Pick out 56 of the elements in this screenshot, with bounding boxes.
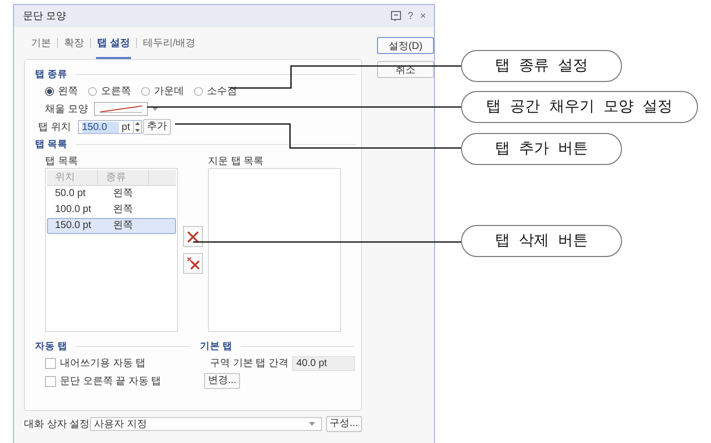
- radio-button[interactable]: [88, 86, 97, 96]
- list-row[interactable]: 100.0 pt 왼쪽: [47, 202, 176, 218]
- double-x-icon: [186, 257, 200, 270]
- radio-label: 가운데: [154, 85, 184, 98]
- position-field[interactable]: 150.0 pt: [78, 120, 142, 134]
- list-row[interactable]: 150.0 pt 왼쪽: [47, 218, 176, 234]
- checkbox-label: 내어쓰기용 자동 탭: [60, 357, 146, 370]
- callout-label: 탭 공간 채우기 모양 설정: [461, 91, 698, 123]
- list-label: 지운 탭 목록: [208, 155, 265, 168]
- radio-label: 왼쪽: [58, 85, 78, 98]
- settings-dropdown[interactable]: 사용자 지정: [90, 417, 322, 431]
- window-icon: [390, 11, 401, 21]
- tab-spacing-field: 40.0 pt: [292, 356, 355, 370]
- radio-option[interactable]: 왼쪽: [45, 84, 78, 98]
- callout-label: 탭 종류 설정: [461, 50, 622, 82]
- tab[interactable]: 테두리/배경: [142, 30, 197, 58]
- delete-button[interactable]: [183, 226, 203, 247]
- radio-button[interactable]: [141, 86, 150, 96]
- spinner-icon: [133, 121, 141, 133]
- section-heading: 탭 종류: [35, 68, 68, 80]
- add-button[interactable]: 추가: [143, 119, 171, 135]
- delete-all-button[interactable]: [183, 253, 203, 274]
- radio-label: 소수점: [207, 85, 237, 98]
- tab[interactable]: 확장: [63, 30, 85, 58]
- change-button[interactable]: 변경...: [204, 373, 240, 389]
- fill-shape-dropdown[interactable]: [94, 102, 148, 116]
- callout-label: 탭 추가 버튼: [461, 133, 622, 165]
- tab[interactable]: 기본: [30, 30, 52, 58]
- field-label: 탭 위치: [38, 121, 71, 134]
- radio-label: 오른쪽: [101, 85, 131, 98]
- section-heading: 탭 목록: [35, 138, 68, 150]
- field-label: 채울 모양: [45, 103, 88, 116]
- field-label: 구역 기본 탭 간격: [210, 357, 288, 370]
- radio-option[interactable]: 오른쪽: [88, 84, 131, 98]
- caret-icon: [308, 422, 315, 426]
- section-heading: 기본 탭: [200, 340, 233, 352]
- help-button[interactable]: ?: [408, 10, 414, 22]
- dialog-button[interactable]: 설정(D): [377, 37, 434, 54]
- radio-button[interactable]: [194, 86, 203, 96]
- checkbox-label: 문단 오른쪽 끝 자동 탭: [60, 375, 162, 388]
- radio-button[interactable]: [45, 86, 54, 96]
- checkbox[interactable]: [45, 376, 56, 386]
- checkbox[interactable]: [45, 358, 56, 368]
- caret-icon: [152, 107, 158, 111]
- radio-option[interactable]: 소수점: [194, 84, 237, 98]
- close-button[interactable]: ×: [420, 10, 426, 22]
- radio-option[interactable]: 가운데: [141, 84, 184, 98]
- window-title: 문단 모양: [23, 10, 66, 23]
- configure-button[interactable]: 구성...: [326, 416, 362, 432]
- field-label: 대화 상자 설정: [24, 418, 86, 431]
- line-shape-icon: [98, 105, 143, 113]
- callout-label: 탭 삭제 버튼: [461, 225, 622, 257]
- close-icon: [187, 230, 199, 242]
- list-label: 탭 목록: [45, 155, 79, 168]
- section-heading: 자동 탭: [35, 340, 68, 352]
- list-row[interactable]: 50.0 pt 왼쪽: [47, 186, 176, 202]
